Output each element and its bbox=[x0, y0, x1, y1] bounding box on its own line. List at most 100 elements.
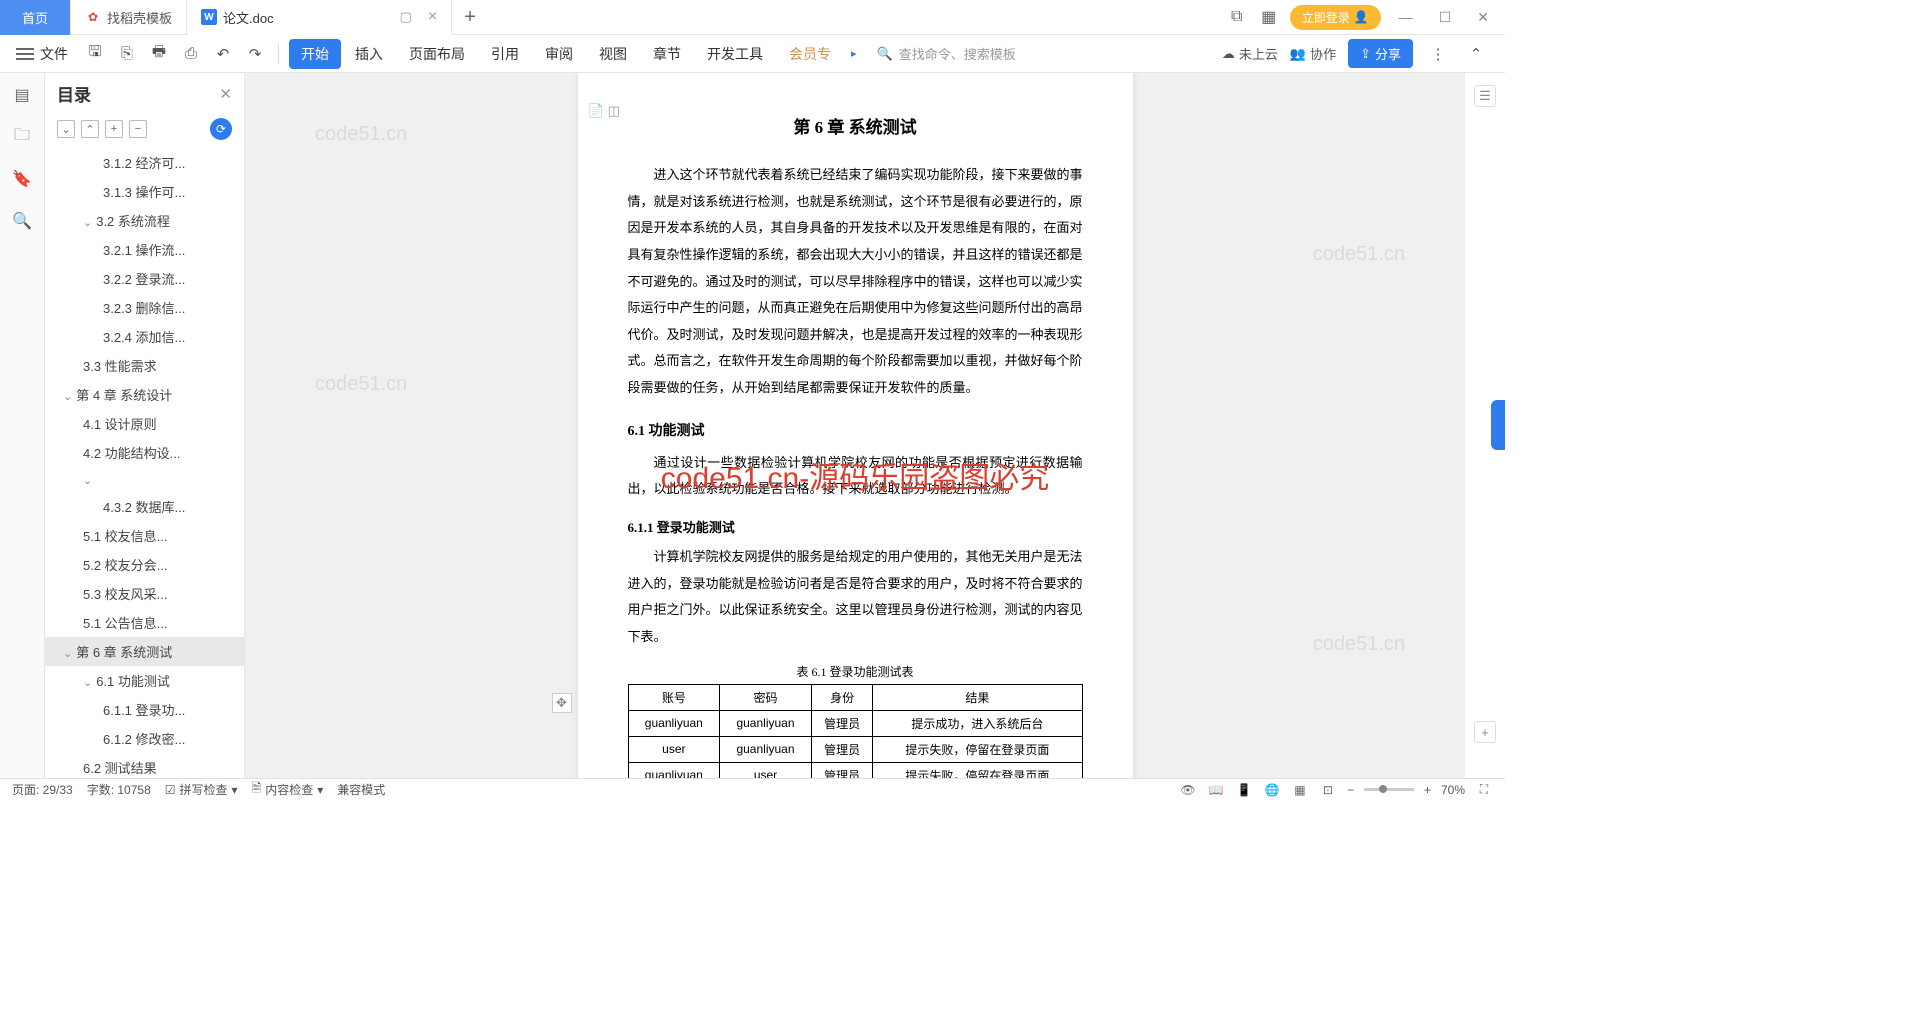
tab-template[interactable]: ✿ 找稻壳模板 bbox=[71, 0, 187, 35]
toc-item[interactable]: 5.1 校友信息... bbox=[45, 521, 244, 550]
toc-item[interactable]: 3.3 性能需求 bbox=[45, 351, 244, 380]
expand-all-icon[interactable]: ⌃ bbox=[81, 120, 99, 138]
toc-item[interactable]: 5.1 公告信息... bbox=[45, 608, 244, 637]
ribbon-tab-3[interactable]: 引用 bbox=[479, 39, 531, 69]
print-icon[interactable]: 🖶 bbox=[146, 41, 172, 67]
status-spell[interactable]: ☑拼写检查▾ bbox=[165, 781, 238, 798]
ribbon-tab-1[interactable]: 插入 bbox=[343, 39, 395, 69]
toc-item[interactable]: 6.1.2 修改密... bbox=[45, 724, 244, 753]
share-button[interactable]: ⇪ 分享 bbox=[1348, 39, 1413, 68]
add-tab-button[interactable]: + bbox=[452, 6, 488, 29]
tab-document[interactable]: W 论文.doc ▢ × bbox=[187, 0, 452, 35]
toc-item[interactable]: 5.3 校友风采... bbox=[45, 579, 244, 608]
toc-item[interactable]: 3.2.4 添加信... bbox=[45, 322, 244, 351]
eye-icon[interactable]: 👁 bbox=[1179, 781, 1197, 799]
ribbon-tab-8[interactable]: 会员专 bbox=[777, 39, 843, 69]
table-header: 账号 bbox=[628, 684, 720, 710]
layout-icon[interactable]: ⧉ bbox=[1226, 6, 1248, 28]
ribbon-tab-0[interactable]: 开始 bbox=[289, 39, 341, 69]
status-page[interactable]: 页面: 29/33 bbox=[12, 781, 73, 798]
spell-icon: ☑ bbox=[165, 783, 176, 797]
grid-icon[interactable]: ▦ bbox=[1291, 781, 1309, 799]
zoom-level[interactable]: 70% bbox=[1441, 783, 1465, 797]
zoom-out-icon[interactable]: − bbox=[1347, 783, 1354, 797]
sync-badge-icon[interactable]: ⟳ bbox=[210, 118, 232, 140]
phone-icon[interactable]: 📱 bbox=[1235, 781, 1253, 799]
window-mode-icon[interactable]: ▢ bbox=[400, 9, 412, 25]
ribbon-tab-7[interactable]: 开发工具 bbox=[695, 39, 775, 69]
search-icon: 🔍 bbox=[877, 46, 893, 62]
toc-item[interactable]: 6.1 功能测试 bbox=[45, 666, 244, 695]
save-as-icon[interactable]: ⎘ bbox=[114, 41, 140, 67]
maximize-icon[interactable]: ☐ bbox=[1431, 9, 1460, 26]
web-icon[interactable]: 🌐 bbox=[1263, 781, 1281, 799]
ribbon-tab-6[interactable]: 章节 bbox=[641, 39, 693, 69]
cloud-status[interactable]: ☁ 未上云 bbox=[1222, 44, 1278, 63]
add-level-icon[interactable]: + bbox=[105, 120, 123, 138]
find-icon[interactable]: 🔍 bbox=[10, 209, 34, 233]
remove-level-icon[interactable]: − bbox=[129, 120, 147, 138]
table-row: guanliyuanguanliyuan管理员提示成功，进入系统后台 bbox=[628, 710, 1082, 736]
file-menu[interactable]: 文件 bbox=[40, 44, 68, 64]
search-input[interactable]: 🔍 查找命令、搜索模板 bbox=[877, 44, 1016, 63]
toc-item[interactable]: 第 6 章 系统测试 bbox=[45, 637, 244, 666]
share-icon: ⇪ bbox=[1360, 46, 1371, 62]
status-compat[interactable]: 兼容模式 bbox=[337, 781, 385, 798]
paragraph: 计算机学院校友网提供的服务是给规定的用户使用的，其他无关用户是无法进入的，登录功… bbox=[628, 544, 1083, 651]
minimize-icon[interactable]: — bbox=[1391, 9, 1421, 25]
status-check[interactable]: 🗎内容检查▾ bbox=[252, 779, 324, 800]
collab-icon: 👥 bbox=[1290, 46, 1306, 62]
toc-item[interactable]: 3.2.3 删除信... bbox=[45, 293, 244, 322]
toc-item[interactable]: 3.2 系统流程 bbox=[45, 206, 244, 235]
ribbon-tab-4[interactable]: 审阅 bbox=[533, 39, 585, 69]
toc-item[interactable]: 4.1 设计原则 bbox=[45, 409, 244, 438]
doc-meta-icon[interactable]: 📄 bbox=[588, 103, 604, 119]
folder-icon[interactable]: 🗀 bbox=[10, 125, 34, 149]
toc-item[interactable]: 3.2.2 登录流... bbox=[45, 264, 244, 293]
redo-icon[interactable]: ↷ bbox=[242, 41, 268, 67]
add-comment-icon[interactable]: + bbox=[1474, 721, 1496, 743]
menu-icon[interactable] bbox=[16, 48, 34, 60]
book-icon[interactable]: 📖 bbox=[1207, 781, 1225, 799]
fullscreen-icon[interactable]: ⛶ bbox=[1475, 781, 1493, 799]
fit-icon[interactable]: ⊡ bbox=[1319, 781, 1337, 799]
zoom-in-icon[interactable]: + bbox=[1424, 783, 1431, 797]
more-icon[interactable]: ⋮ bbox=[1425, 41, 1451, 67]
toc-item[interactable]: 4.3.2 数据库... bbox=[45, 492, 244, 521]
close-window-icon[interactable]: ✕ bbox=[1469, 9, 1497, 26]
panel-toggle-icon[interactable]: ☰ bbox=[1474, 85, 1496, 107]
collapse-all-icon[interactable]: ⌄ bbox=[57, 120, 75, 138]
login-button[interactable]: 立即登录 👤 bbox=[1290, 5, 1381, 30]
more-ribbon-icon[interactable]: ▸ bbox=[851, 47, 857, 60]
ribbon-tab-5[interactable]: 视图 bbox=[587, 39, 639, 69]
toc-item[interactable] bbox=[45, 467, 244, 492]
toc-item[interactable]: 4.2 功能结构设... bbox=[45, 438, 244, 467]
toc-item[interactable]: 3.1.2 经济可... bbox=[45, 148, 244, 177]
apps-icon[interactable]: ▦ bbox=[1258, 6, 1280, 28]
doc-props-icon[interactable]: ◫ bbox=[608, 103, 620, 119]
ribbon-tab-2[interactable]: 页面布局 bbox=[397, 39, 477, 69]
tab-home[interactable]: 首页 bbox=[0, 0, 71, 35]
table-row: userguanliyuan管理员提示失败，停留在登录页面 bbox=[628, 736, 1082, 762]
zoom-slider[interactable] bbox=[1364, 788, 1414, 791]
toc-item[interactable]: 第 4 章 系统设计 bbox=[45, 380, 244, 409]
collab-button[interactable]: 👥 协作 bbox=[1290, 44, 1336, 63]
toc-item[interactable]: 3.2.1 操作流... bbox=[45, 235, 244, 264]
close-panel-icon[interactable]: ✕ bbox=[219, 85, 232, 103]
table-caption: 表 6.1 登录功能测试表 bbox=[628, 663, 1083, 680]
collapse-icon[interactable]: ⌃ bbox=[1463, 41, 1489, 67]
outline-icon[interactable]: ▤ bbox=[10, 83, 34, 107]
toc-item[interactable]: 6.1.1 登录功... bbox=[45, 695, 244, 724]
preview-icon[interactable]: ⎙ bbox=[178, 41, 204, 67]
status-words[interactable]: 字数: 10758 bbox=[87, 781, 151, 798]
subsection-title: 6.1.1 登录功能测试 bbox=[628, 517, 1083, 536]
undo-icon[interactable]: ↶ bbox=[210, 41, 236, 67]
toc-item[interactable]: 5.2 校友分会... bbox=[45, 550, 244, 579]
bookmark-icon[interactable]: 🔖 bbox=[10, 167, 34, 191]
table-drag-handle[interactable]: ✥ bbox=[552, 693, 572, 713]
toc-item[interactable]: 3.1.3 操作可... bbox=[45, 177, 244, 206]
side-pulltab[interactable] bbox=[1491, 400, 1505, 450]
close-icon[interactable]: × bbox=[428, 8, 437, 26]
toc-item[interactable]: 6.2 测试结果 bbox=[45, 753, 244, 778]
save-icon[interactable]: 🖫 bbox=[82, 41, 108, 67]
